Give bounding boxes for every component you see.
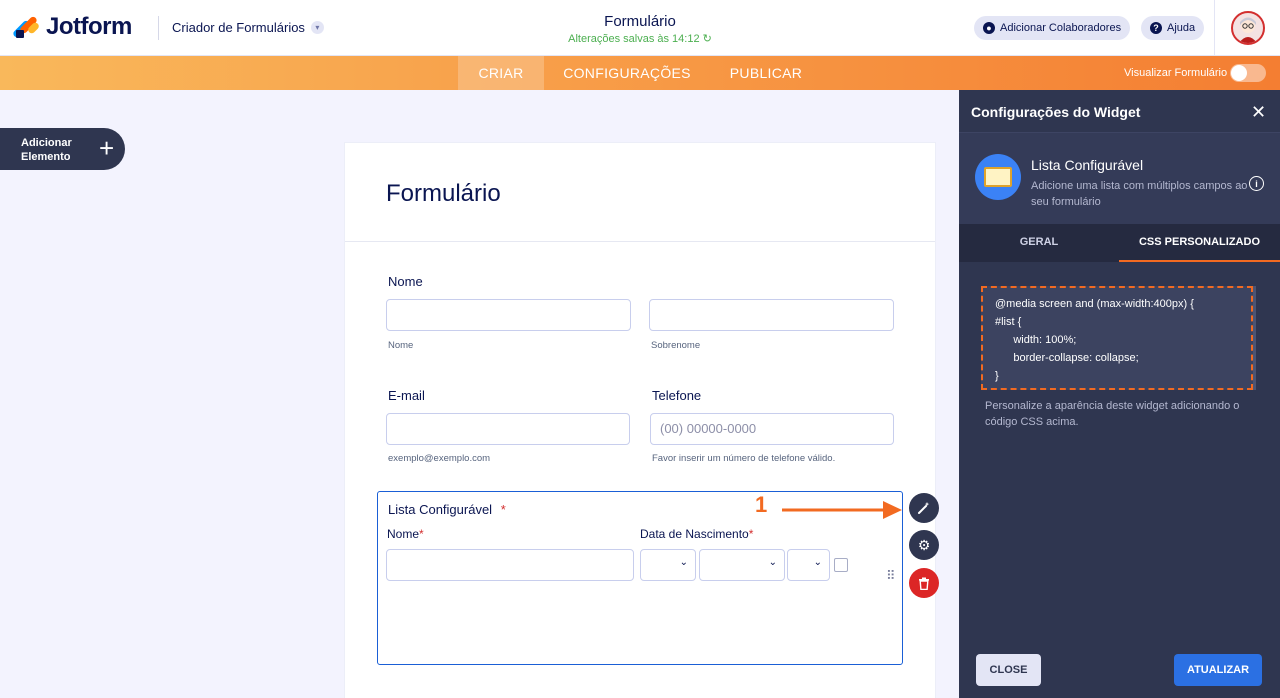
list-name-input[interactable] <box>386 549 634 581</box>
email-input[interactable] <box>386 413 630 445</box>
phone-input[interactable]: (00) 00000-0000 <box>650 413 894 445</box>
email-sublabel: exemplo@exemplo.com <box>388 453 491 464</box>
email-field-label: E-mail <box>388 388 425 403</box>
tab-publicar[interactable]: PUBLICAR <box>710 56 822 90</box>
add-element-button[interactable]: Adicionar Elemento + <box>0 128 125 170</box>
name-field-label: Nome <box>388 274 423 289</box>
list-field-label: Lista Configurável * <box>388 502 506 517</box>
chevron-down-icon: ⌄ <box>768 557 777 568</box>
list-widget-icon <box>975 154 1021 200</box>
tab-css-personalizado[interactable]: CSS PERSONALIZADO <box>1119 224 1280 262</box>
preview-form-toggle[interactable] <box>1230 64 1266 82</box>
birth-day-select[interactable]: ⌄ <box>640 549 696 581</box>
tab-geral[interactable]: GERAL <box>959 224 1119 262</box>
chevron-down-icon: ⌄ <box>813 557 822 568</box>
annotation-arrow-1 <box>782 501 902 519</box>
phone-sublabel: Favor inserir um número de telefone váli… <box>652 453 836 464</box>
birth-month-select[interactable]: ⌄ <box>699 549 785 581</box>
last-name-input[interactable] <box>649 299 894 331</box>
settings-button[interactable]: ⚙ <box>909 530 939 560</box>
calendar-icon[interactable] <box>834 558 848 572</box>
css-help-text: Personalize a aparência deste widget adi… <box>985 400 1240 428</box>
form-card: Formulário Nome Nome Sobrenome E-mail ex… <box>345 143 935 698</box>
close-icon[interactable]: ✕ <box>1251 102 1266 123</box>
first-name-sublabel: Nome <box>388 340 414 351</box>
delete-field-button[interactable] <box>909 568 939 598</box>
avatar-face-icon <box>1239 17 1257 43</box>
toggle-knob <box>1231 65 1247 81</box>
trash-icon <box>919 577 929 590</box>
panel-tabs: GERAL CSS PERSONALIZADO <box>959 224 1280 262</box>
list-col-name: Nome* <box>387 527 424 541</box>
annotation-number-1: 1 <box>755 492 768 517</box>
first-name-input[interactable] <box>386 299 631 331</box>
avatar[interactable] <box>1231 11 1265 45</box>
birth-year-select[interactable]: ⌄ <box>787 549 830 581</box>
code-line: } <box>995 370 999 382</box>
code-line: @media screen and (max-width:400px) { <box>995 298 1194 310</box>
list-col-birth-text: Data de Nascimento <box>640 527 749 541</box>
custom-css-textarea[interactable]: @media screen and (max-width:400px) { #l… <box>981 286 1253 390</box>
widget-description: Adicione uma lista com múltiplos campos … <box>1031 180 1248 208</box>
code-scrollbar[interactable] <box>1253 286 1256 390</box>
wand-properties-button[interactable] <box>909 493 939 523</box>
required-mark: * <box>500 502 506 517</box>
last-name-sublabel: Sobrenome <box>651 340 701 351</box>
help-label: Ajuda <box>1167 22 1196 34</box>
add-element-label: Adicionar Elemento <box>21 137 72 163</box>
info-icon[interactable]: i <box>1249 176 1264 191</box>
saved-status-text: Alterações salvas às 14:12 <box>568 33 700 45</box>
list-col-name-text: Nome <box>387 527 420 541</box>
help-button[interactable]: ? Ajuda <box>1141 16 1205 40</box>
widget-info: Lista Configurável Adicione uma lista co… <box>959 132 1280 224</box>
list-col-birth: Data de Nascimento* <box>640 527 753 541</box>
refresh-icon: ↻ <box>702 33 712 45</box>
form-heading[interactable]: Formulário <box>386 180 501 208</box>
top-bar: Jotform Criador de Formulários ▾ Formulá… <box>0 0 1280 56</box>
form-heading-divider <box>345 241 935 242</box>
tab-criar[interactable]: CRIAR <box>458 56 544 90</box>
required-mark: * <box>419 527 424 541</box>
list-field-label-text: Lista Configurável <box>388 502 493 517</box>
widget-name: Lista Configurável <box>1031 157 1144 173</box>
avatar-area <box>1214 0 1280 56</box>
add-collaborators-label: Adicionar Colaboradores <box>1000 22 1122 34</box>
code-line: border-collapse: collapse; <box>995 352 1139 364</box>
preview-form-label: Visualizar Formulário <box>1124 67 1228 79</box>
add-collaborators-button[interactable]: ● Adicionar Colaboradores <box>974 16 1131 40</box>
plus-icon: + <box>99 133 115 163</box>
gear-icon: ⚙ <box>917 536 931 553</box>
required-mark: * <box>748 527 754 541</box>
update-button[interactable]: ATUALIZAR <box>1174 654 1262 686</box>
code-line: #list { <box>995 316 1022 328</box>
question-icon: ? <box>1150 22 1162 34</box>
drag-handle-icon[interactable]: ⠿ <box>886 569 895 582</box>
panel-title: Configurações do Widget <box>971 104 1141 120</box>
tab-configuracoes[interactable]: CONFIGURAÇÕES <box>544 56 710 90</box>
main-tab-bar: CRIAR CONFIGURAÇÕES PUBLICAR Visualizar … <box>0 56 1280 90</box>
close-button[interactable]: CLOSE <box>976 654 1041 686</box>
user-icon: ● <box>983 22 995 34</box>
code-line: width: 100%; <box>995 334 1077 346</box>
magic-wand-icon <box>918 502 930 514</box>
widget-settings-panel: Configurações do Widget ✕ Lista Configur… <box>959 90 1280 698</box>
phone-field-label: Telefone <box>652 388 702 403</box>
chevron-down-icon: ⌄ <box>679 557 688 568</box>
